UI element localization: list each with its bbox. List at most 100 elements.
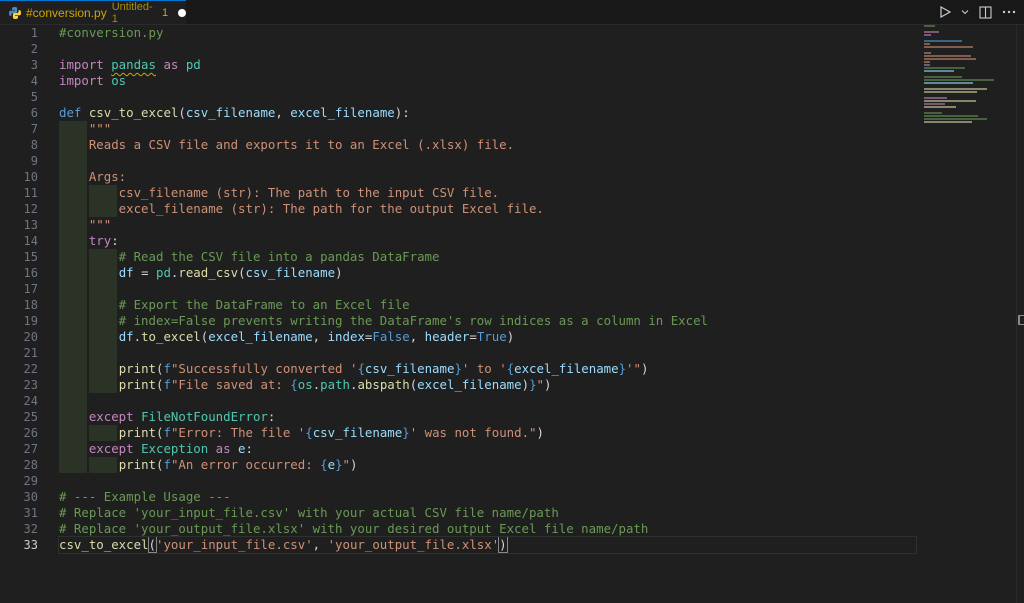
code-line[interactable]: except FileNotFoundError:	[59, 409, 924, 425]
code-line[interactable]	[59, 89, 924, 105]
line-number: 13	[23, 218, 38, 232]
code-token: )	[521, 377, 530, 392]
code-line[interactable]: try:	[59, 233, 924, 249]
unsaved-dot-icon[interactable]	[178, 8, 186, 17]
code-line[interactable]: df = pd.read_csv(csv_filename)	[59, 265, 924, 281]
line-number: 6	[30, 106, 38, 120]
code-token: False	[372, 329, 410, 344]
minimap-line	[924, 70, 955, 72]
code-line[interactable]: # Replace 'your_input_file.csv' with you…	[59, 505, 924, 521]
minimap[interactable]	[924, 25, 1004, 123]
minimap-line	[924, 118, 988, 120]
code-token: ' to '	[461, 361, 507, 376]
code-line[interactable]: def csv_to_excel(csv_filename, excel_fil…	[59, 105, 924, 121]
code-token: excel_filename (str): The path for the o…	[59, 201, 544, 216]
code-token: print	[118, 377, 156, 392]
minimap-line	[924, 106, 956, 108]
code-line[interactable]: print(f"Error: The file '{csv_filename}'…	[59, 425, 924, 441]
code-line[interactable]	[59, 153, 924, 169]
code-line[interactable]	[59, 41, 924, 57]
line-number: 22	[23, 362, 38, 376]
code-line[interactable]: Args:	[59, 169, 924, 185]
code-token: }	[618, 361, 627, 376]
code-line[interactable]	[59, 345, 924, 361]
line-number: 3	[30, 58, 38, 72]
code-token: (	[147, 536, 158, 553]
code-line[interactable]: print(f"Successfully converted '{csv_fil…	[59, 361, 924, 377]
code-line[interactable]: # Replace 'your_output_file.xlsx' with y…	[59, 521, 924, 537]
code-token: :	[111, 233, 119, 248]
code-line[interactable]	[59, 281, 924, 297]
line-number: 11	[23, 186, 38, 200]
minimap-line	[924, 103, 945, 105]
minimap-line	[924, 100, 976, 102]
line-number: 24	[23, 394, 38, 408]
code-line[interactable]: """	[59, 121, 924, 137]
line-number: 7	[30, 122, 38, 136]
code-line[interactable]: # Export the DataFrame to an Excel file	[59, 297, 924, 313]
code-token: (	[238, 265, 246, 280]
code-line[interactable]: except Exception as e:	[59, 441, 924, 457]
code-line[interactable]: csv_filename (str): The path to the inpu…	[59, 185, 924, 201]
code-token: # Export the DataFrame to an Excel file	[59, 297, 410, 312]
code-token: 'your_input_file.csv'	[156, 537, 313, 552]
code-token: ' was not found."	[409, 425, 537, 440]
code-token: 'your_output_file.xlsx'	[327, 537, 500, 552]
code-token: import	[59, 73, 112, 88]
code-line[interactable]: print(f"File saved at: {os.path.abspath(…	[59, 377, 924, 393]
minimap-line	[924, 55, 972, 57]
line-number: 27	[23, 442, 38, 456]
code-token: excel_filename	[208, 329, 313, 344]
code-token: as	[208, 441, 239, 456]
code-line[interactable]: # index=False prevents writing the DataF…	[59, 313, 924, 329]
code-line[interactable]	[59, 393, 924, 409]
split-editor-icon[interactable]	[979, 5, 992, 19]
code-line[interactable]: print(f"An error occurred: {e}")	[59, 457, 924, 473]
code-token: header	[424, 329, 470, 344]
code-line[interactable]: import pandas as pd	[59, 57, 924, 73]
code-line[interactable]: # --- Example Usage ---	[59, 489, 924, 505]
code-line[interactable]: #conversion.py	[59, 25, 924, 41]
minimap-line	[924, 97, 948, 99]
code-token: "	[342, 457, 351, 472]
code-line[interactable]: Reads a CSV file and exports it to an Ex…	[59, 137, 924, 153]
code-editor[interactable]: 1 2 3 4 5 6 7 8 9 10 11 12 13 14 15 16 17 18 19 20 21 22 23 24 2…	[0, 25, 1024, 603]
scrollbar-track[interactable]	[1016, 25, 1017, 603]
code-token: """	[59, 217, 112, 232]
code-token: .	[133, 329, 142, 344]
tab-problem-count: 1	[162, 6, 169, 19]
code-area[interactable]: #conversion.py import pandas as pd import …	[58, 25, 924, 554]
code-token: )	[506, 329, 515, 344]
code-token: csv_to_excel	[59, 537, 149, 552]
code-line[interactable]: """	[59, 217, 924, 233]
code-token: (	[178, 105, 186, 120]
code-token: excel_filename	[514, 361, 619, 376]
line-number: 21	[23, 346, 38, 360]
line-number: 14	[23, 234, 38, 248]
code-token: path	[320, 377, 350, 392]
chevron-down-icon[interactable]	[961, 8, 969, 16]
minimap-line	[924, 40, 962, 42]
code-line[interactable]: import os	[59, 73, 924, 89]
minimap-line	[924, 91, 977, 93]
code-token: ):	[394, 105, 410, 120]
run-icon[interactable]	[939, 6, 951, 18]
code-token: FileNotFoundError	[141, 409, 268, 424]
minimap-line	[924, 52, 932, 54]
code-line[interactable]: # Read the CSV file into a pandas DataFr…	[59, 249, 924, 265]
code-token: "File saved at:	[170, 377, 291, 392]
code-token: pd	[156, 265, 171, 280]
code-token: ,	[275, 105, 291, 120]
code-token: =	[133, 265, 156, 280]
file-tab[interactable]: #conversion.py Untitled-1 1	[0, 0, 186, 25]
code-line[interactable]	[59, 473, 924, 489]
code-line[interactable]: csv_to_excel('your_input_file.csv', 'you…	[58, 536, 917, 554]
code-line[interactable]: df.to_excel(excel_filename, index=False,…	[59, 329, 924, 345]
code-line[interactable]: excel_filename (str): The path for the o…	[59, 201, 924, 217]
more-actions-icon[interactable]	[1002, 10, 1016, 14]
line-number: 32	[23, 522, 38, 536]
